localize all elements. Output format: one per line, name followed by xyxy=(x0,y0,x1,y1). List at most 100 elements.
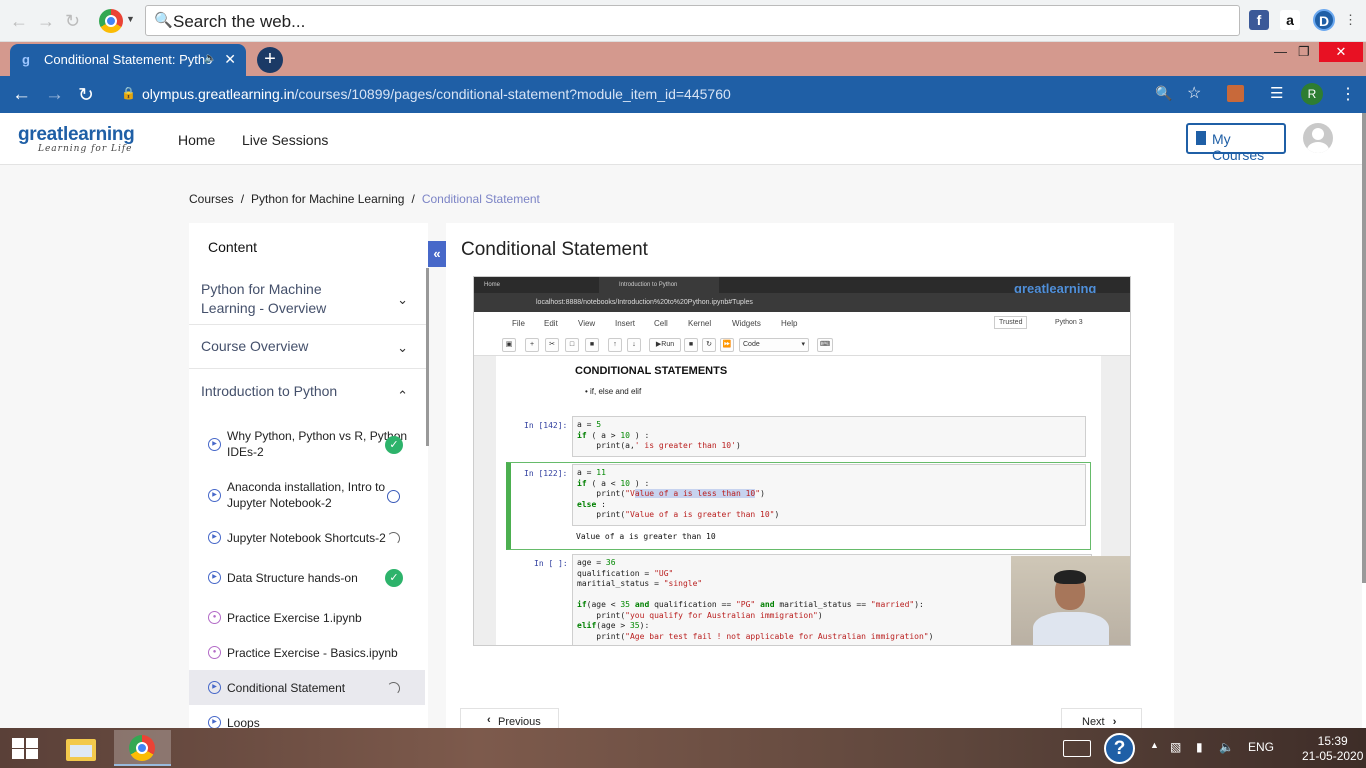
battery-icon[interactable]: ▮ xyxy=(1196,740,1203,754)
sidebar-item-why-python[interactable]: ▶ Why Python, Python vs R, Python IDEs-2… xyxy=(189,428,425,462)
sidebar-item-shortcuts[interactable]: ▶ Jupyter Notebook Shortcuts-2 xyxy=(189,530,425,546)
minimize-window-icon[interactable]: — xyxy=(1274,44,1287,59)
play-icon: ▶ xyxy=(208,531,221,544)
document-icon: ● xyxy=(208,611,221,624)
my-courses-button[interactable]: My Courses xyxy=(1186,123,1286,163)
search-icon: 🔍 xyxy=(154,12,173,29)
extension-icon[interactable] xyxy=(1227,85,1244,102)
sidebar-section-overview[interactable]: Python for Machine Learning - Overview ⌄ xyxy=(189,273,428,325)
restore-window-icon[interactable]: ❐ xyxy=(1298,44,1310,60)
audio-icon[interactable]: 🔈 xyxy=(204,53,216,64)
reload-icon[interactable]: ↻ xyxy=(65,11,80,32)
back-arrow-icon[interactable]: ← xyxy=(12,84,31,106)
sidebar-section-intro-python[interactable]: Introduction to Python ⌃ xyxy=(189,369,428,415)
fast-forward-icon: ⏩ xyxy=(720,338,734,352)
greatlearning-logo[interactable]: greatlearning Learning for Life xyxy=(18,124,135,154)
system-clock[interactable]: 15:39 21-05-2020 xyxy=(1302,734,1363,764)
move-down-icon: ↓ xyxy=(627,338,641,352)
video-tab-home: Home xyxy=(484,282,501,288)
browser-menu-icon[interactable]: ⋮ xyxy=(1340,84,1356,104)
forward-arrow-icon[interactable]: → xyxy=(45,84,64,106)
jupyter-menu-item: File xyxy=(512,319,525,328)
chevron-left-icon: ‹ xyxy=(487,714,491,726)
breadcrumb-courses[interactable]: Courses xyxy=(189,192,234,206)
sidebar-scrollbar[interactable] xyxy=(426,268,429,446)
video-address-bar: localhost:8888/notebooks/Introduction%20… xyxy=(474,293,1130,312)
web-search-input[interactable]: 🔍 Search the web... xyxy=(145,5,1240,36)
completed-check-icon: ✓ xyxy=(385,436,403,454)
back-arrow-icon[interactable]: ← xyxy=(10,11,28,32)
sidebar-item-anaconda[interactable]: ▶ Anaconda installation, Intro to Jupyte… xyxy=(189,479,425,513)
site-header: greatlearning Learning for Life Home Liv… xyxy=(0,113,1362,165)
profile-avatar[interactable]: R xyxy=(1301,83,1323,105)
sidebar-section-course-overview[interactable]: Course Overview ⌄ xyxy=(189,325,428,369)
taskbar-chrome-icon[interactable] xyxy=(114,730,171,766)
close-tab-icon[interactable]: ✕ xyxy=(224,51,236,68)
zoom-icon[interactable]: 🔍 xyxy=(1155,85,1172,102)
user-avatar[interactable] xyxy=(1303,123,1333,153)
dropdown-caret-icon[interactable]: ▼ xyxy=(126,14,135,24)
breadcrumb-course[interactable]: Python for Machine Learning xyxy=(251,192,404,206)
sidebar-item-practice-1[interactable]: ● Practice Exercise 1.ipynb xyxy=(189,610,425,626)
play-icon: ▶ xyxy=(208,571,221,584)
show-hidden-icons-icon[interactable]: ▲ xyxy=(1150,740,1159,750)
add-cell-icon: + xyxy=(525,338,539,352)
bookmark-star-icon[interactable]: ☆ xyxy=(1187,83,1201,103)
code-cell-2: a = 11 if ( a < 10 ) : print("Value of a… xyxy=(572,464,1086,526)
jupyter-menu-item: Help xyxy=(781,319,798,328)
dashlane-icon[interactable]: D xyxy=(1313,9,1335,31)
play-icon: ▶ xyxy=(208,489,221,502)
chevron-right-icon: › xyxy=(1112,716,1117,728)
browser-tab-active[interactable]: g Conditional Statement: Pytho 🔈 ✕ xyxy=(10,44,246,76)
jupyter-menu-item: View xyxy=(578,319,596,328)
kernel-indicator: Python 3 xyxy=(1055,319,1083,326)
chrome-logo-icon[interactable] xyxy=(99,9,123,33)
chevron-up-icon: ⌃ xyxy=(397,388,408,403)
in-progress-icon xyxy=(387,532,400,545)
forward-arrow-icon[interactable]: → xyxy=(37,11,55,32)
amazon-icon[interactable]: a xyxy=(1280,10,1300,30)
new-tab-button[interactable]: + xyxy=(257,47,283,73)
file-explorer-icon[interactable] xyxy=(64,733,98,763)
jupyter-menu-item: Edit xyxy=(544,319,558,328)
completed-check-icon: ✓ xyxy=(385,569,403,587)
collapse-sidebar-button[interactable]: « xyxy=(428,241,446,267)
nav-live-sessions-link[interactable]: Live Sessions xyxy=(242,132,328,148)
greatlearning-favicon-icon: g xyxy=(22,52,30,67)
sidebar-item-practice-basics[interactable]: ● Practice Exercise - Basics.ipynb xyxy=(189,645,425,661)
facebook-icon[interactable]: f xyxy=(1249,10,1269,30)
lock-icon[interactable]: 🔒 xyxy=(121,86,136,100)
close-window-button[interactable]: ✕ xyxy=(1319,42,1363,62)
next-button[interactable]: Next › xyxy=(1061,708,1142,730)
windows-start-icon[interactable] xyxy=(12,738,38,759)
cell-output: Value of a is greater than 10 xyxy=(576,532,716,541)
sidebar-heading: Content xyxy=(208,239,258,255)
sidebar-item-conditional-statement[interactable]: ▶ Conditional Statement xyxy=(189,670,425,705)
copy-icon: □ xyxy=(565,338,579,352)
menu-dots-icon[interactable]: ⋮ xyxy=(1344,12,1357,28)
cut-icon: ✂ xyxy=(545,338,559,352)
not-started-circle-icon xyxy=(387,490,400,503)
move-up-icon: ↑ xyxy=(608,338,622,352)
network-icon[interactable]: ▧ xyxy=(1170,740,1181,754)
page-scrollbar[interactable] xyxy=(1362,113,1366,583)
lesson-video-player[interactable]: Home Introduction to Python greatlearnin… xyxy=(473,276,1131,646)
media-controls-icon[interactable]: ☰ xyxy=(1270,84,1283,102)
help-icon[interactable]: ? xyxy=(1104,733,1135,764)
volume-icon[interactable]: 🔈 xyxy=(1219,740,1234,754)
paste-icon: ■ xyxy=(585,338,599,352)
breadcrumb-current: Conditional Statement xyxy=(421,192,540,206)
cell-prompt: In [ ]: xyxy=(534,559,568,568)
jupyter-toolbar: ▣ + ✂ □ ■ ↑ ↓ ▶Run ■ ↻ ⏩ Code ▾ ⌨ xyxy=(474,334,1130,356)
nav-home-link[interactable]: Home xyxy=(178,132,215,148)
previous-button[interactable]: ‹ Previous xyxy=(460,708,559,730)
chevron-down-icon: ⌄ xyxy=(397,339,408,355)
address-bar: ← → ↻ 🔒 olympus.greatlearning.in/courses… xyxy=(0,76,1366,113)
url-field[interactable]: olympus.greatlearning.in/courses/10899/p… xyxy=(142,86,731,102)
in-progress-icon xyxy=(387,681,400,695)
touch-keyboard-icon[interactable] xyxy=(1063,740,1091,757)
sidebar-item-data-structure[interactable]: ▶ Data Structure hands-on ✓ xyxy=(189,569,425,587)
language-indicator[interactable]: ENG xyxy=(1248,740,1274,754)
jupyter-menu-item: Kernel xyxy=(688,319,712,328)
reload-icon[interactable]: ↻ xyxy=(78,84,94,107)
